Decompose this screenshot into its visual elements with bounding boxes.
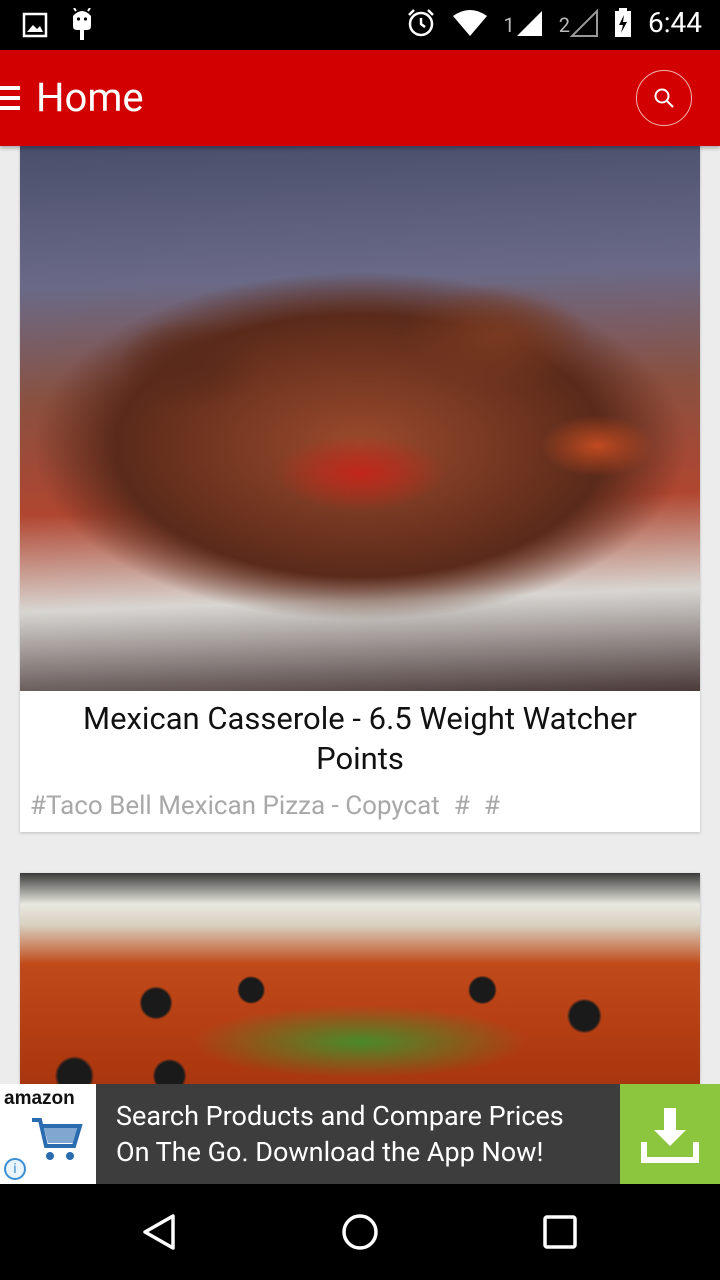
info-icon[interactable]: i: [4, 1158, 26, 1180]
signal-icon: [570, 8, 598, 37]
image-icon: [22, 12, 48, 38]
battery-icon: [615, 7, 631, 37]
recipe-image[interactable]: [20, 146, 700, 691]
navigation-bar: [0, 1184, 720, 1280]
home-icon[interactable]: [340, 1212, 380, 1252]
app-bar: Home: [0, 50, 720, 146]
recipe-image[interactable]: [20, 873, 700, 1084]
download-button[interactable]: [620, 1084, 720, 1184]
recipe-card[interactable]: Mexican Casserole - 6.5 Weight Watcher P…: [20, 146, 700, 832]
ad-text-line: On The Go. Download the App Now!: [116, 1136, 544, 1168]
amazon-wordmark: amazon: [4, 1088, 75, 1109]
search-icon: [654, 88, 674, 108]
recipe-list: Mexican Casserole - 6.5 Weight Watcher P…: [0, 146, 720, 1084]
recipe-tags: #Taco Bell Mexican Pizza - Copycat # #: [20, 779, 700, 833]
search-button[interactable]: [636, 70, 692, 126]
ad-text[interactable]: Search Products and Compare Prices On Th…: [116, 1098, 564, 1170]
recipe-tag[interactable]: #: [454, 791, 470, 821]
recents-icon[interactable]: [540, 1212, 580, 1252]
download-icon: [641, 1108, 699, 1163]
recipe-tag[interactable]: #Taco Bell Mexican Pizza - Copycat: [30, 791, 440, 821]
page-title: Home: [36, 74, 144, 121]
hamburger-icon[interactable]: [0, 86, 20, 110]
sim1-label: 1: [503, 12, 515, 37]
clock: 6:44: [648, 6, 702, 39]
sim2-label: 2: [558, 12, 570, 37]
back-icon[interactable]: [140, 1212, 180, 1252]
wifi-icon: [452, 9, 487, 36]
status-bar: 1 2 6:44: [0, 0, 720, 50]
signal-icon: [516, 10, 542, 36]
amazon-logo: amazon i: [0, 1084, 96, 1184]
alarm-icon: [407, 8, 434, 36]
recipe-tag[interactable]: #: [484, 791, 500, 821]
ad-banner[interactable]: amazon i Search Products and Compare Pri…: [0, 1084, 720, 1184]
ad-text-line: Search Products and Compare Prices: [116, 1100, 564, 1132]
cart-icon: [32, 1118, 83, 1160]
recipe-card[interactable]: [20, 873, 700, 1084]
android-icon: [73, 8, 91, 40]
recipe-title[interactable]: Mexican Casserole - 6.5 Weight Watcher P…: [20, 691, 700, 779]
